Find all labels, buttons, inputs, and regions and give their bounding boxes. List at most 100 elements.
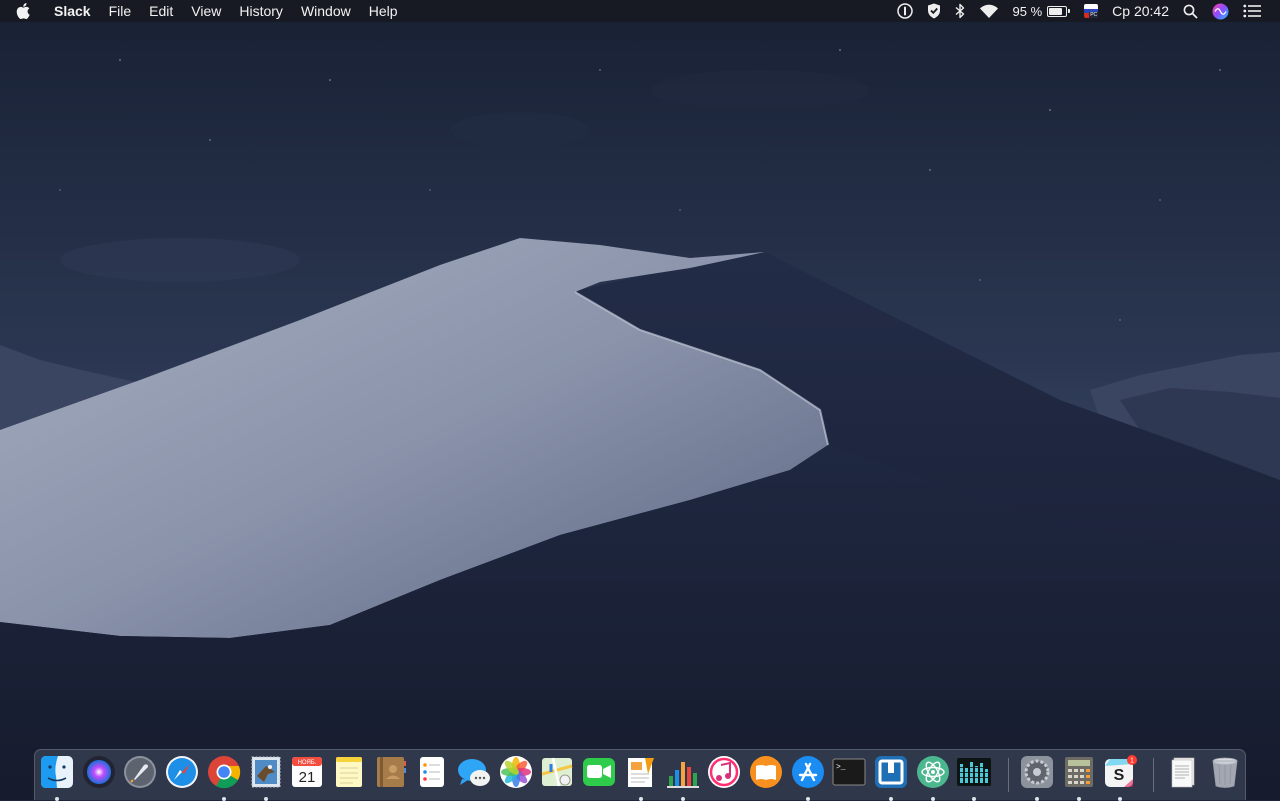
app-store-icon — [792, 756, 824, 788]
running-indicator — [931, 797, 935, 801]
input-source-flag-icon: PC — [1084, 4, 1099, 18]
menu-bar: Slack File Edit View History Window Help — [0, 0, 1280, 22]
atom-icon — [917, 756, 949, 788]
spotlight-button[interactable] — [1183, 0, 1198, 22]
dock-trash[interactable] — [1207, 754, 1243, 790]
slack-badge-count: 1 — [1130, 758, 1134, 765]
slack-icon: S 1 — [1105, 755, 1137, 787]
dock: НОЯБ. 21 >_ S 1 — [34, 749, 1246, 801]
dock-atom[interactable] — [915, 754, 951, 801]
siri-button[interactable] — [1212, 0, 1229, 22]
gear-icon — [1021, 756, 1053, 788]
notes-icon — [336, 757, 362, 787]
document-stack-icon — [1171, 757, 1195, 788]
dock-books[interactable] — [748, 754, 784, 790]
contacts-book-icon — [377, 757, 406, 787]
clock-text: Ср 20:42 — [1112, 3, 1169, 19]
vpn-shield-icon — [927, 3, 940, 19]
battery-nub — [1068, 9, 1071, 13]
dock-calculator[interactable] — [1061, 754, 1097, 801]
password-manager-status[interactable] — [896, 0, 913, 22]
running-indicator — [55, 797, 59, 801]
dock-numbers[interactable] — [665, 754, 701, 801]
calendar-day: 21 — [299, 769, 316, 786]
calculator-icon — [1065, 757, 1093, 787]
safari-compass-icon — [166, 756, 198, 788]
battery-status[interactable]: 95 % — [1013, 0, 1071, 22]
dock-sourcetree[interactable] — [873, 754, 909, 801]
spotlight-search-icon — [1183, 4, 1198, 19]
vpn-status[interactable] — [927, 0, 941, 22]
dock-terminal[interactable]: >_ — [831, 754, 867, 790]
menu-file[interactable]: File — [100, 0, 141, 22]
running-indicator — [264, 797, 268, 801]
dock-messages[interactable] — [456, 754, 492, 790]
input-source-menu[interactable]: PC — [1084, 0, 1099, 22]
running-indicator — [681, 797, 685, 801]
dock-maps[interactable] — [539, 754, 575, 790]
dock-finder[interactable] — [39, 754, 75, 801]
messages-bubble-icon — [458, 759, 490, 786]
battery-level-fill — [1049, 7, 1063, 15]
dock-siri[interactable] — [81, 754, 117, 790]
siri-app-icon — [83, 756, 115, 788]
battery-percent: 95 % — [1012, 3, 1043, 19]
menu-help[interactable]: Help — [360, 0, 407, 22]
dock-slack[interactable]: S 1 — [1102, 754, 1138, 801]
menu-view[interactable]: View — [182, 0, 230, 22]
running-indicator — [1035, 797, 1039, 801]
launchpad-rocket-icon — [124, 756, 156, 788]
finder-icon — [41, 756, 73, 788]
itunes-music-icon — [708, 756, 740, 788]
photos-flower-icon — [500, 756, 532, 788]
dock-notes[interactable] — [331, 754, 367, 790]
menu-history[interactable]: History — [230, 0, 292, 22]
dock-itunes[interactable] — [706, 754, 742, 790]
chrome-icon — [208, 756, 241, 789]
dock-activity-monitor[interactable] — [956, 754, 992, 801]
menu-app-slack[interactable]: Slack — [46, 0, 100, 22]
running-indicator — [806, 797, 810, 801]
dock-calendar[interactable]: НОЯБ. 21 — [289, 754, 325, 790]
dock-reminders[interactable] — [414, 754, 450, 790]
dock-pages[interactable] — [623, 754, 659, 801]
clock[interactable]: Ср 20:42 — [1112, 0, 1169, 22]
maps-icon — [541, 757, 573, 787]
menu-window[interactable]: Window — [292, 0, 360, 22]
running-indicator — [1118, 797, 1122, 801]
bluetooth-status[interactable] — [955, 0, 965, 22]
dock-documents-stack[interactable] — [1165, 754, 1201, 790]
notification-center-button[interactable] — [1243, 0, 1261, 22]
siri-icon — [1212, 3, 1229, 19]
apple-icon — [16, 3, 30, 19]
wifi-status[interactable] — [979, 0, 999, 22]
dock-app-store[interactable] — [790, 754, 826, 801]
dock-chrome[interactable] — [206, 754, 242, 801]
dock-safari[interactable] — [164, 754, 200, 790]
terminal-prompt: >_ — [836, 763, 846, 772]
facetime-icon — [583, 758, 615, 786]
running-indicator — [889, 797, 893, 801]
apple-menu[interactable] — [0, 0, 46, 22]
dock-launchpad[interactable] — [122, 754, 158, 790]
eagle-stamp-icon — [251, 756, 281, 788]
input-source-tag: PC — [1089, 12, 1099, 18]
menu-edit[interactable]: Edit — [140, 0, 182, 22]
running-indicator — [972, 797, 976, 801]
pages-icon — [628, 758, 654, 787]
running-indicator — [639, 797, 643, 801]
trash-icon — [1212, 757, 1238, 788]
notification-center-icon — [1243, 4, 1261, 18]
bluetooth-icon — [955, 3, 964, 19]
running-indicator — [1077, 797, 1081, 801]
battery-icon — [1047, 5, 1068, 17]
numbers-chart-icon — [667, 762, 699, 788]
dock-facetime[interactable] — [581, 754, 617, 790]
dock-photos[interactable] — [498, 754, 534, 790]
dock-separator — [1008, 758, 1009, 792]
dock-contacts[interactable] — [373, 754, 409, 790]
wifi-icon — [979, 4, 998, 18]
dock-system-preferences[interactable] — [1019, 754, 1055, 801]
dock-mail-eagle[interactable] — [248, 754, 284, 801]
activity-monitor-bars-icon — [957, 758, 991, 786]
